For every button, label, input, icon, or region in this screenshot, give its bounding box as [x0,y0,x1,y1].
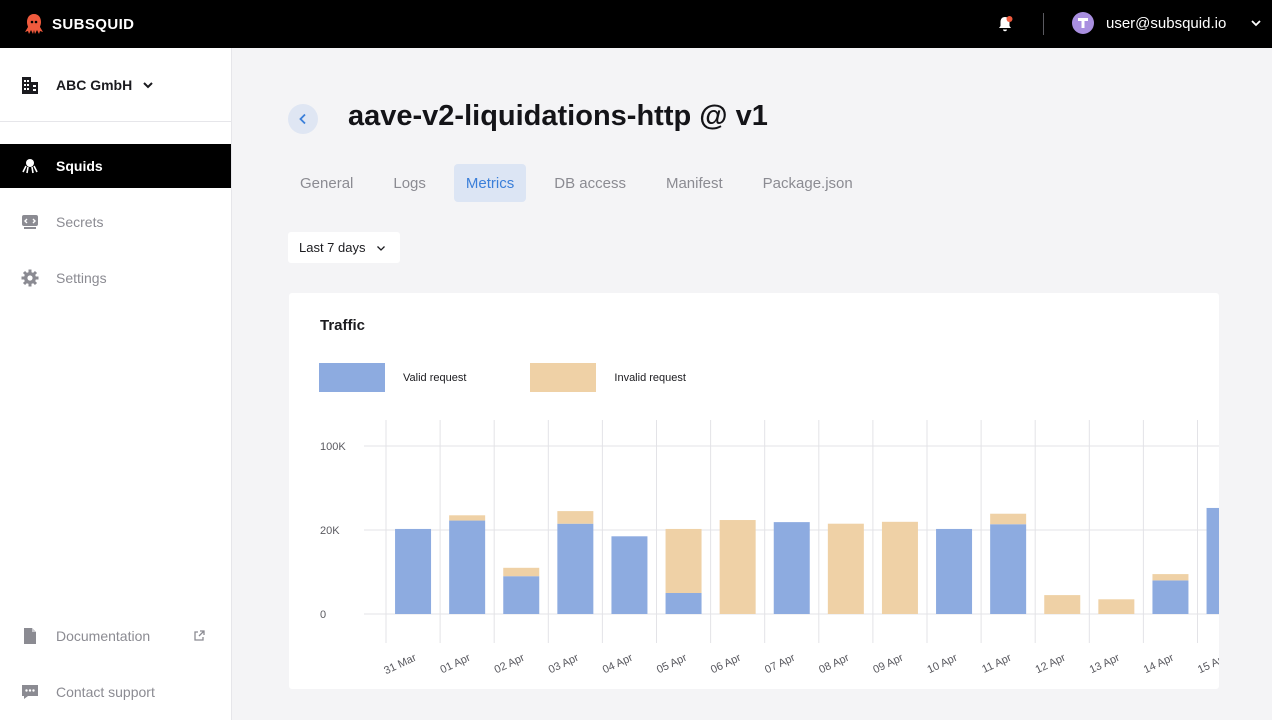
sidebar-item-label: Squids [56,158,103,174]
user-menu[interactable]: user@subsquid.io [1072,12,1262,34]
y-tick-label: 20K [320,525,340,537]
tab-metrics[interactable]: Metrics [453,164,527,202]
bar-valid [665,593,702,614]
x-tick-label: 06 Apr [709,652,743,676]
x-tick-label: 13 Apr [1088,652,1122,676]
bar-valid [503,576,540,614]
y-tick-label: 0 [320,609,326,621]
org-switcher[interactable]: ABC GmbH [0,48,231,122]
x-tick-label: 09 Apr [871,652,905,676]
legend-label-valid: Valid request [403,371,467,384]
bar-valid [395,528,432,614]
bar-invalid [503,567,540,577]
bar-invalid [1152,574,1189,581]
bar-invalid [557,511,594,524]
bar-invalid [719,520,756,614]
document-icon [24,628,36,644]
tab-manifest[interactable]: Manifest [654,164,735,202]
bar-invalid [1044,595,1081,614]
brand[interactable]: SUBSQUID [22,12,134,36]
bar-invalid [449,515,486,521]
bar-valid [773,522,810,614]
chevron-down-icon [376,245,385,251]
chart-legend: Valid request Invalid request [319,363,686,392]
x-tick-label: 02 Apr [493,652,527,676]
time-range-value: Last 7 days [299,240,366,255]
chat-icon [22,685,38,699]
bar-valid [990,524,1027,614]
sidebar-item-documentation[interactable]: Documentation [0,614,231,658]
sidebar-item-squids[interactable]: Squids [0,144,231,188]
topbar-divider [1043,13,1044,35]
external-link-icon [194,630,205,641]
x-tick-label: 12 Apr [1034,652,1068,676]
bar-valid [449,520,486,614]
sidebar-item-settings[interactable]: Settings [0,256,231,300]
gear-icon [21,269,39,287]
traffic-chart: 0 20K 100K 31 Mar 01 Apr 02 Apr 03 Apr 04 Apr 05… [320,420,1219,677]
bar-invalid [665,528,702,593]
legend-swatch-valid [319,363,385,392]
x-tick-label: 05 Apr [655,652,689,676]
bar-valid [557,523,594,614]
subsquid-logo-icon [25,14,43,34]
sidebar: ABC GmbH Squids Secrets Settings Documen… [0,48,232,720]
chevron-left-icon [299,113,306,125]
top-bar: SUBSQUID user@subsquid.io [0,0,1272,48]
sidebar-item-contact-support[interactable]: Contact support [0,670,231,714]
tab-db-access[interactable]: DB access [542,164,638,202]
tab-package-json[interactable]: Package.json [751,164,865,202]
x-tick-label: 14 Apr [1142,652,1176,676]
legend-swatch-invalid [530,363,597,392]
building-icon [22,76,38,94]
bar-valid [611,536,648,614]
sidebar-item-label: Settings [56,270,107,286]
traffic-chart-card: Traffic Valid request Invalid request 02… [289,293,1219,689]
sidebar-item-label: Secrets [56,214,104,230]
chart-title: Traffic [320,317,366,334]
bar-invalid [990,513,1027,525]
bar-valid [1206,507,1219,614]
back-button[interactable] [288,104,318,134]
sidebar-item-secrets[interactable]: Secrets [0,200,231,244]
x-tick-label: 10 Apr [925,652,959,676]
x-tick-label: 31 Mar [382,652,418,677]
bar-invalid [881,521,918,614]
avatar [1072,12,1094,34]
notification-bell-icon[interactable] [996,15,1014,33]
sidebar-item-label: Contact support [56,684,155,700]
user-email: user@subsquid.io [1106,14,1227,32]
x-tick-label: 04 Apr [601,652,635,676]
secrets-icon [22,215,38,229]
x-tick-label: 08 Apr [817,652,851,676]
bar-valid [1152,580,1189,614]
x-tick-label: 01 Apr [439,652,473,676]
squid-icon [22,159,38,174]
tab-bar: General Logs Metrics DB access Manifest … [288,164,881,202]
avatar-pattern-icon [1078,18,1088,28]
bar-invalid [1098,599,1135,614]
x-tick-label: 15 Apr [1196,652,1219,676]
chevron-down-icon [143,81,153,88]
sidebar-item-label: Documentation [56,628,151,644]
legend-label-invalid: Invalid request [614,371,686,384]
time-range-select[interactable]: Last 7 days [288,232,400,263]
tab-general[interactable]: General [288,164,365,202]
tab-logs[interactable]: Logs [381,164,438,202]
x-tick-label: 07 Apr [763,652,797,676]
org-name: ABC GmbH [56,76,133,93]
x-tick-label: 03 Apr [547,652,581,676]
page-title: aave-v2-liquidations-http @ v1 [348,100,768,132]
y-tick-label: 100K [320,441,346,453]
x-tick-label: 11 Apr [980,652,1013,676]
brand-name: SUBSQUID [52,15,135,33]
bar-invalid [827,523,864,614]
chevron-down-icon [1251,20,1261,27]
bar-valid [936,528,973,614]
